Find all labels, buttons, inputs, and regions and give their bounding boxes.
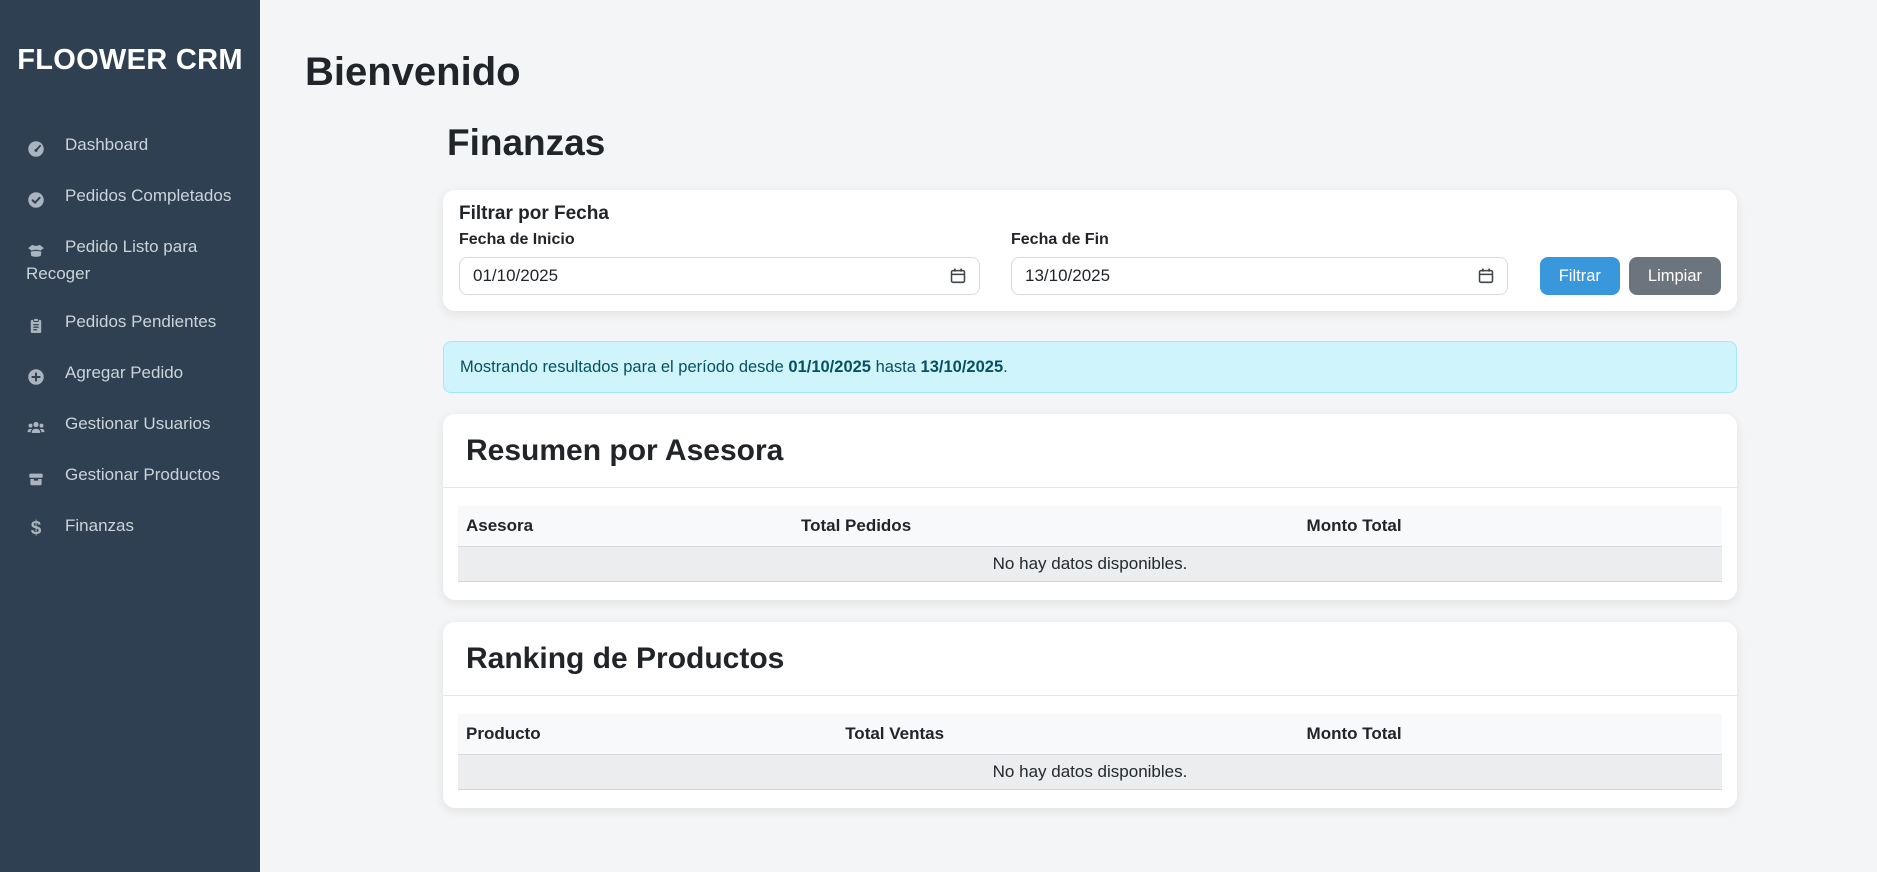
sidebar-item-agregar-pedido: Agregar Pedido <box>0 349 260 400</box>
end-date-input[interactable] <box>1011 257 1508 295</box>
filter-form: Fecha de Inicio Fecha de Fin Filtrar L <box>459 229 1721 295</box>
sidebar-link-gestionar-productos[interactable]: Gestionar Productos <box>0 451 260 502</box>
filter-button[interactable]: Filtrar <box>1540 257 1620 295</box>
sidebar-item-label: Pedidos Pendientes <box>65 312 216 331</box>
sidebar: FLOOWER CRM Dashboard Pedidos Completado… <box>0 0 260 872</box>
column-header-asesora: Asesora <box>458 506 793 547</box>
product-ranking-card: Ranking de Productos Producto Total Vent… <box>443 622 1737 808</box>
sidebar-link-dashboard[interactable]: Dashboard <box>0 121 260 172</box>
main-area: Bienvenido Finanzas Filtrar por Fecha Fe… <box>260 0 1877 872</box>
sidebar-item-label: Gestionar Productos <box>65 465 220 484</box>
date-filter-card: Filtrar por Fecha Fecha de Inicio Fecha … <box>443 190 1737 311</box>
ranking-card-header: Ranking de Productos <box>443 622 1737 696</box>
column-header-total-pedidos: Total Pedidos <box>793 506 1299 547</box>
sidebar-nav: Dashboard Pedidos Completados Pedido Lis… <box>0 121 260 550</box>
alert-start-date: 01/10/2025 <box>788 358 871 376</box>
summary-by-advisor-card: Resumen por Asesora Asesora Total Pedido… <box>443 414 1737 600</box>
sidebar-link-pedidos-pendientes[interactable]: Pedidos Pendientes <box>0 298 260 349</box>
sidebar-item-finanzas: $ Finanzas <box>0 502 260 550</box>
sidebar-item-gestionar-productos: Gestionar Productos <box>0 451 260 502</box>
calendar-icon[interactable] <box>1477 267 1495 285</box>
box-icon <box>26 466 46 490</box>
results-info-alert: Mostrando resultados para el período des… <box>443 341 1737 393</box>
sidebar-link-finanzas[interactable]: $ Finanzas <box>0 502 260 550</box>
ranking-card-title: Ranking de Productos <box>466 639 1714 678</box>
summary-empty-row: No hay datos disponibles. <box>458 547 1722 582</box>
alert-text: Mostrando resultados para el período des… <box>460 358 784 376</box>
ranking-empty-row: No hay datos disponibles. <box>458 755 1722 790</box>
app-brand: FLOOWER CRM <box>0 40 260 80</box>
alert-text: hasta <box>876 358 916 376</box>
calendar-icon[interactable] <box>949 267 967 285</box>
gauge-icon <box>26 136 46 160</box>
clipboard-list-icon <box>26 313 46 337</box>
ranking-table: Producto Total Ventas Monto Total No hay… <box>458 714 1722 790</box>
sidebar-link-pedidos-completados[interactable]: Pedidos Completados <box>0 172 260 223</box>
finanzas-section: Finanzas Filtrar por Fecha Fecha de Inic… <box>443 118 1737 808</box>
sidebar-item-label: Dashboard <box>65 135 148 154</box>
ranking-card-body: Producto Total Ventas Monto Total No hay… <box>443 696 1737 808</box>
sidebar-item-pedido-listo: Pedido Listo para Recoger <box>0 223 260 298</box>
sidebar-item-label: Agregar Pedido <box>65 363 183 382</box>
summary-table-header-row: Asesora Total Pedidos Monto Total <box>458 506 1722 547</box>
column-header-total-ventas: Total Ventas <box>837 714 1298 755</box>
dollar-icon: $ <box>26 520 46 538</box>
sidebar-link-pedido-listo[interactable]: Pedido Listo para Recoger <box>0 223 260 298</box>
end-date-label: Fecha de Fin <box>1011 229 1508 251</box>
start-date-field: Fecha de Inicio <box>459 229 980 295</box>
column-header-producto: Producto <box>458 714 837 755</box>
alert-end-date: 13/10/2025 <box>921 358 1004 376</box>
summary-card-header: Resumen por Asesora <box>443 414 1737 488</box>
ranking-table-header-row: Producto Total Ventas Monto Total <box>458 714 1722 755</box>
section-title: Finanzas <box>447 118 1737 167</box>
check-circle-icon <box>26 187 46 211</box>
sidebar-item-gestionar-usuarios: Gestionar Usuarios <box>0 400 260 451</box>
summary-card-title: Resumen por Asesora <box>466 431 1714 470</box>
column-header-monto-total: Monto Total <box>1299 506 1722 547</box>
sidebar-item-pedidos-pendientes: Pedidos Pendientes <box>0 298 260 349</box>
ranking-empty-message: No hay datos disponibles. <box>458 755 1722 790</box>
summary-table: Asesora Total Pedidos Monto Total No hay… <box>458 506 1722 582</box>
page-title: Bienvenido <box>305 46 1877 99</box>
filter-card-title: Filtrar por Fecha <box>459 203 1721 225</box>
users-icon <box>26 415 46 439</box>
summary-card-body: Asesora Total Pedidos Monto Total No hay… <box>443 488 1737 600</box>
sidebar-link-gestionar-usuarios[interactable]: Gestionar Usuarios <box>0 400 260 451</box>
sidebar-item-label: Pedido Listo para Recoger <box>26 237 197 283</box>
sidebar-item-label: Finanzas <box>65 516 134 535</box>
end-date-field: Fecha de Fin <box>1011 229 1508 295</box>
alert-text: . <box>1003 358 1008 376</box>
summary-empty-message: No hay datos disponibles. <box>458 547 1722 582</box>
sidebar-item-dashboard: Dashboard <box>0 121 260 172</box>
sidebar-item-pedidos-completados: Pedidos Completados <box>0 172 260 223</box>
sidebar-link-agregar-pedido[interactable]: Agregar Pedido <box>0 349 260 400</box>
box-open-icon <box>26 238 46 262</box>
plus-circle-icon <box>26 364 46 388</box>
filter-buttons: Filtrar Limpiar <box>1540 257 1721 295</box>
sidebar-item-label: Pedidos Completados <box>65 186 231 205</box>
start-date-label: Fecha de Inicio <box>459 229 980 251</box>
column-header-monto-total: Monto Total <box>1299 714 1722 755</box>
sidebar-item-label: Gestionar Usuarios <box>65 414 211 433</box>
clear-button[interactable]: Limpiar <box>1629 257 1721 295</box>
start-date-input[interactable] <box>459 257 980 295</box>
